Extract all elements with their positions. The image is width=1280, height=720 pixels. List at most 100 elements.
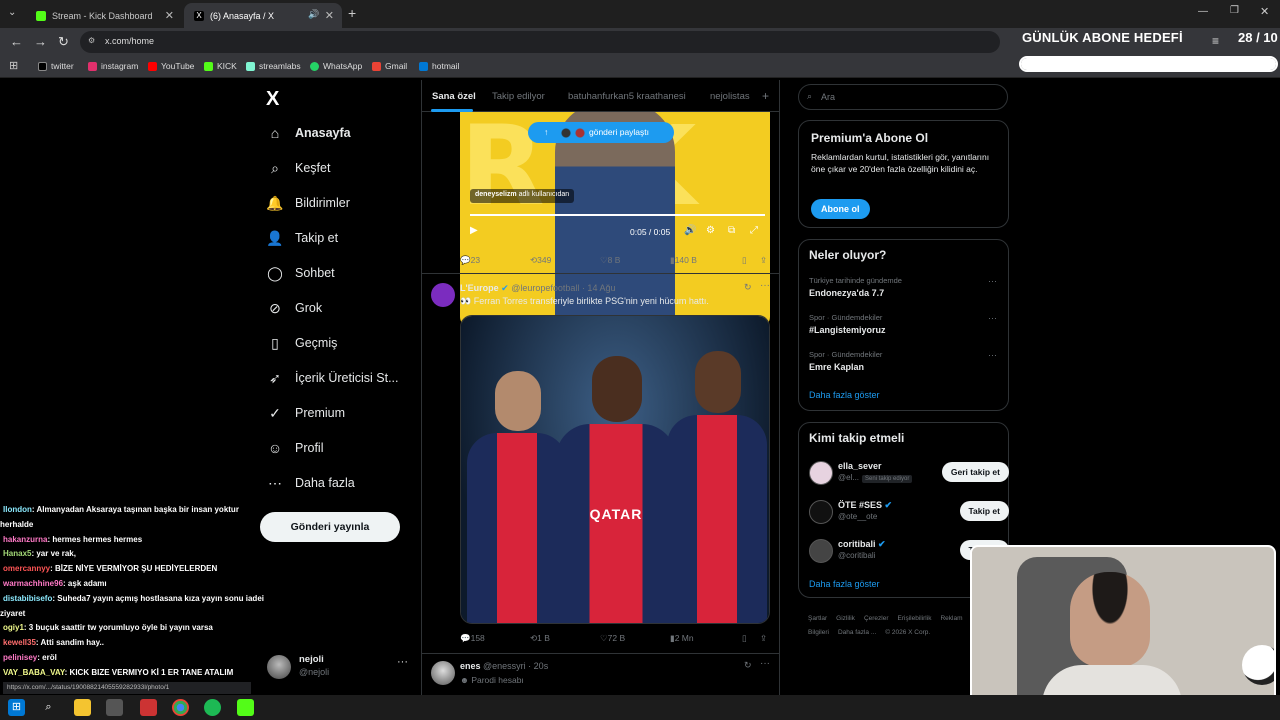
tweet-image[interactable]: QATAR [460, 315, 770, 624]
follow-button[interactable]: Geri takip et [941, 462, 1009, 482]
pip-icon[interactable]: ⧉ [728, 225, 735, 236]
like-count[interactable]: ♡ 8 B [600, 255, 620, 266]
bookmark-instagram[interactable]: instagram [88, 61, 138, 71]
grok-icon[interactable]: ↻ [744, 660, 752, 671]
chat-user[interactable]: warmachhine96 [0, 579, 63, 588]
more-icon[interactable]: ··· [397, 656, 408, 668]
file-explorer-icon[interactable] [74, 699, 91, 716]
chat-user[interactable]: Hanax5 [0, 549, 31, 558]
chat-user[interactable]: distabibisefo [0, 594, 52, 603]
sidebar-item-3[interactable]: 🔔 Bildirimler [266, 188, 350, 218]
reply-count[interactable]: 💬 158 [460, 633, 485, 644]
sidebar-item-8[interactable]: ➶ İçerik Üreticisi St... [266, 363, 398, 393]
start-icon[interactable]: ⊞ [8, 699, 25, 716]
restore-icon[interactable]: ❐ [1230, 5, 1239, 16]
tweet-author[interactable]: enes [460, 661, 481, 671]
footer-link[interactable]: Daha fazla ... [838, 629, 876, 636]
volume-icon[interactable]: 🔊 [684, 225, 696, 236]
fullscreen-icon[interactable]: ⤢ [750, 225, 758, 236]
post-button[interactable]: Gönderi yayınla [260, 512, 400, 542]
sidebar-item-2[interactable]: ⌕ Keşfet [266, 153, 330, 183]
show-more-link[interactable]: Daha fazla göster [809, 390, 880, 400]
play-icon[interactable]: ▶ [470, 225, 478, 236]
chat-user[interactable]: omercannyy [0, 564, 50, 573]
follow-name[interactable]: ÖTE #SES ✔ [838, 500, 892, 511]
bookmark-youtube[interactable]: YouTube [148, 61, 194, 71]
more-icon[interactable]: ··· [988, 350, 997, 360]
sidebar-item-7[interactable]: ▯ Geçmiş [266, 328, 337, 358]
footer-link[interactable]: Çerezler [864, 615, 889, 622]
show-more-link[interactable]: Daha fazla göster [809, 579, 880, 589]
chat-user[interactable]: VAY_BABA_VAY [0, 668, 65, 677]
avatar[interactable] [431, 283, 455, 307]
trend-item[interactable]: Spor · Gündemdekiler Emre Kaplan ··· [809, 350, 999, 372]
tab-kick-dashboard[interactable]: Stream - Kick Dashboard ✕ [26, 3, 182, 28]
x-logo[interactable]: X [266, 88, 279, 111]
close-icon[interactable]: ✕ [325, 9, 334, 22]
search-input[interactable]: ⌕ Ara [798, 84, 1008, 110]
more-icon[interactable]: ··· [760, 658, 770, 669]
menu-icon[interactable]: ≡ [1212, 34, 1219, 48]
back-icon[interactable]: ← [10, 34, 23, 49]
site-info-icon[interactable]: ⚙ [88, 36, 95, 45]
kick-icon[interactable] [237, 699, 254, 716]
chrome-icon[interactable] [172, 699, 189, 716]
trend-item[interactable]: Türkiye tarihinde gündemde Endonezya'da 7… [809, 276, 999, 298]
close-icon[interactable]: ✕ [165, 9, 174, 22]
sidebar-item-9[interactable]: ✓ Premium [266, 398, 345, 428]
chat-user[interactable]: Ilondon [0, 505, 32, 514]
bookmark-twitter[interactable]: twitter [38, 61, 74, 71]
more-icon[interactable]: ··· [988, 313, 997, 323]
account-switcher[interactable]: nejoli @nejoli ··· [267, 652, 417, 688]
video-player[interactable]: R K ↑ gönderi paylaştı deneyselizm adlı … [460, 112, 770, 327]
view-count[interactable]: ▮ 2 Mn [670, 633, 694, 644]
follow-name[interactable]: ella_sever [838, 461, 882, 471]
chat-user[interactable]: hakanzurna [0, 535, 47, 544]
chat-user[interactable]: pelinisey [0, 653, 37, 662]
video-scrubber[interactable] [470, 214, 765, 216]
tweet-handle[interactable]: @enessyri · 20s [483, 661, 548, 671]
new-tab-button[interactable]: + [348, 5, 356, 21]
bookmark-icon[interactable]: ▯ [742, 255, 747, 266]
footer-link[interactable]: Erişilebilirlik [898, 615, 932, 622]
avatar[interactable] [809, 539, 833, 563]
tab-search-icon[interactable]: ⌄ [8, 7, 16, 18]
bookmark-streamlabs[interactable]: streamlabs [246, 61, 301, 71]
bookmark-whatsapp[interactable]: WhatsApp [310, 61, 362, 71]
sidebar-item-4[interactable]: 👤 Takip et [266, 223, 338, 253]
tweet-author[interactable]: L'Europe [460, 283, 499, 293]
avatar[interactable] [809, 461, 833, 485]
avatar[interactable] [431, 661, 455, 685]
minimize-icon[interactable]: — [1198, 6, 1208, 17]
bookmark-gmail[interactable]: Gmail [372, 61, 407, 71]
sidebar-item-1[interactable]: ⌂ Anasayfa [266, 118, 351, 148]
share-icon[interactable]: ⇪ [760, 255, 767, 266]
search-icon[interactable]: ⌕ [40, 699, 57, 716]
follow-button[interactable]: Takip et [959, 501, 1009, 521]
chat-user[interactable]: ogiy1 [0, 623, 24, 632]
tab-for-you[interactable]: Sana özel [432, 91, 476, 102]
grok-icon[interactable]: ↻ [744, 282, 752, 293]
forward-icon[interactable]: → [34, 34, 47, 49]
settings-icon[interactable]: ⚙ [706, 225, 715, 236]
trend-item[interactable]: Spor · Gündemdekiler #Langistemiyoruz ··· [809, 313, 999, 335]
app-icon[interactable] [106, 699, 123, 716]
repost-count[interactable]: ⟲ 349 [530, 255, 551, 266]
more-icon[interactable]: ··· [988, 276, 997, 286]
footer-link[interactable]: Gizlilik [836, 615, 855, 622]
spotify-icon[interactable] [204, 699, 221, 716]
bookmark-kick[interactable]: KICK [204, 61, 237, 71]
avatar[interactable] [809, 500, 833, 524]
footer-link[interactable]: Şartlar [808, 615, 827, 622]
repost-count[interactable]: ⟲ 1 B [530, 633, 550, 644]
add-tab-icon[interactable]: + [762, 89, 769, 103]
bookmark-icon[interactable]: ▯ [742, 633, 747, 644]
tab-following[interactable]: Takip edilyor [492, 91, 545, 102]
speaker-icon[interactable]: 🔊 [308, 9, 319, 20]
sidebar-item-10[interactable]: ☺ Profil [266, 433, 324, 463]
url-input[interactable]: ⚙ x.com/home [80, 31, 1000, 53]
sidebar-item-11[interactable]: ⋯ Daha fazla [266, 468, 355, 498]
sidebar-item-5[interactable]: ◯ Sohbet [266, 258, 334, 288]
share-icon[interactable]: ⇪ [760, 633, 767, 644]
sidebar-item-6[interactable]: ⊘ Grok [266, 293, 322, 323]
